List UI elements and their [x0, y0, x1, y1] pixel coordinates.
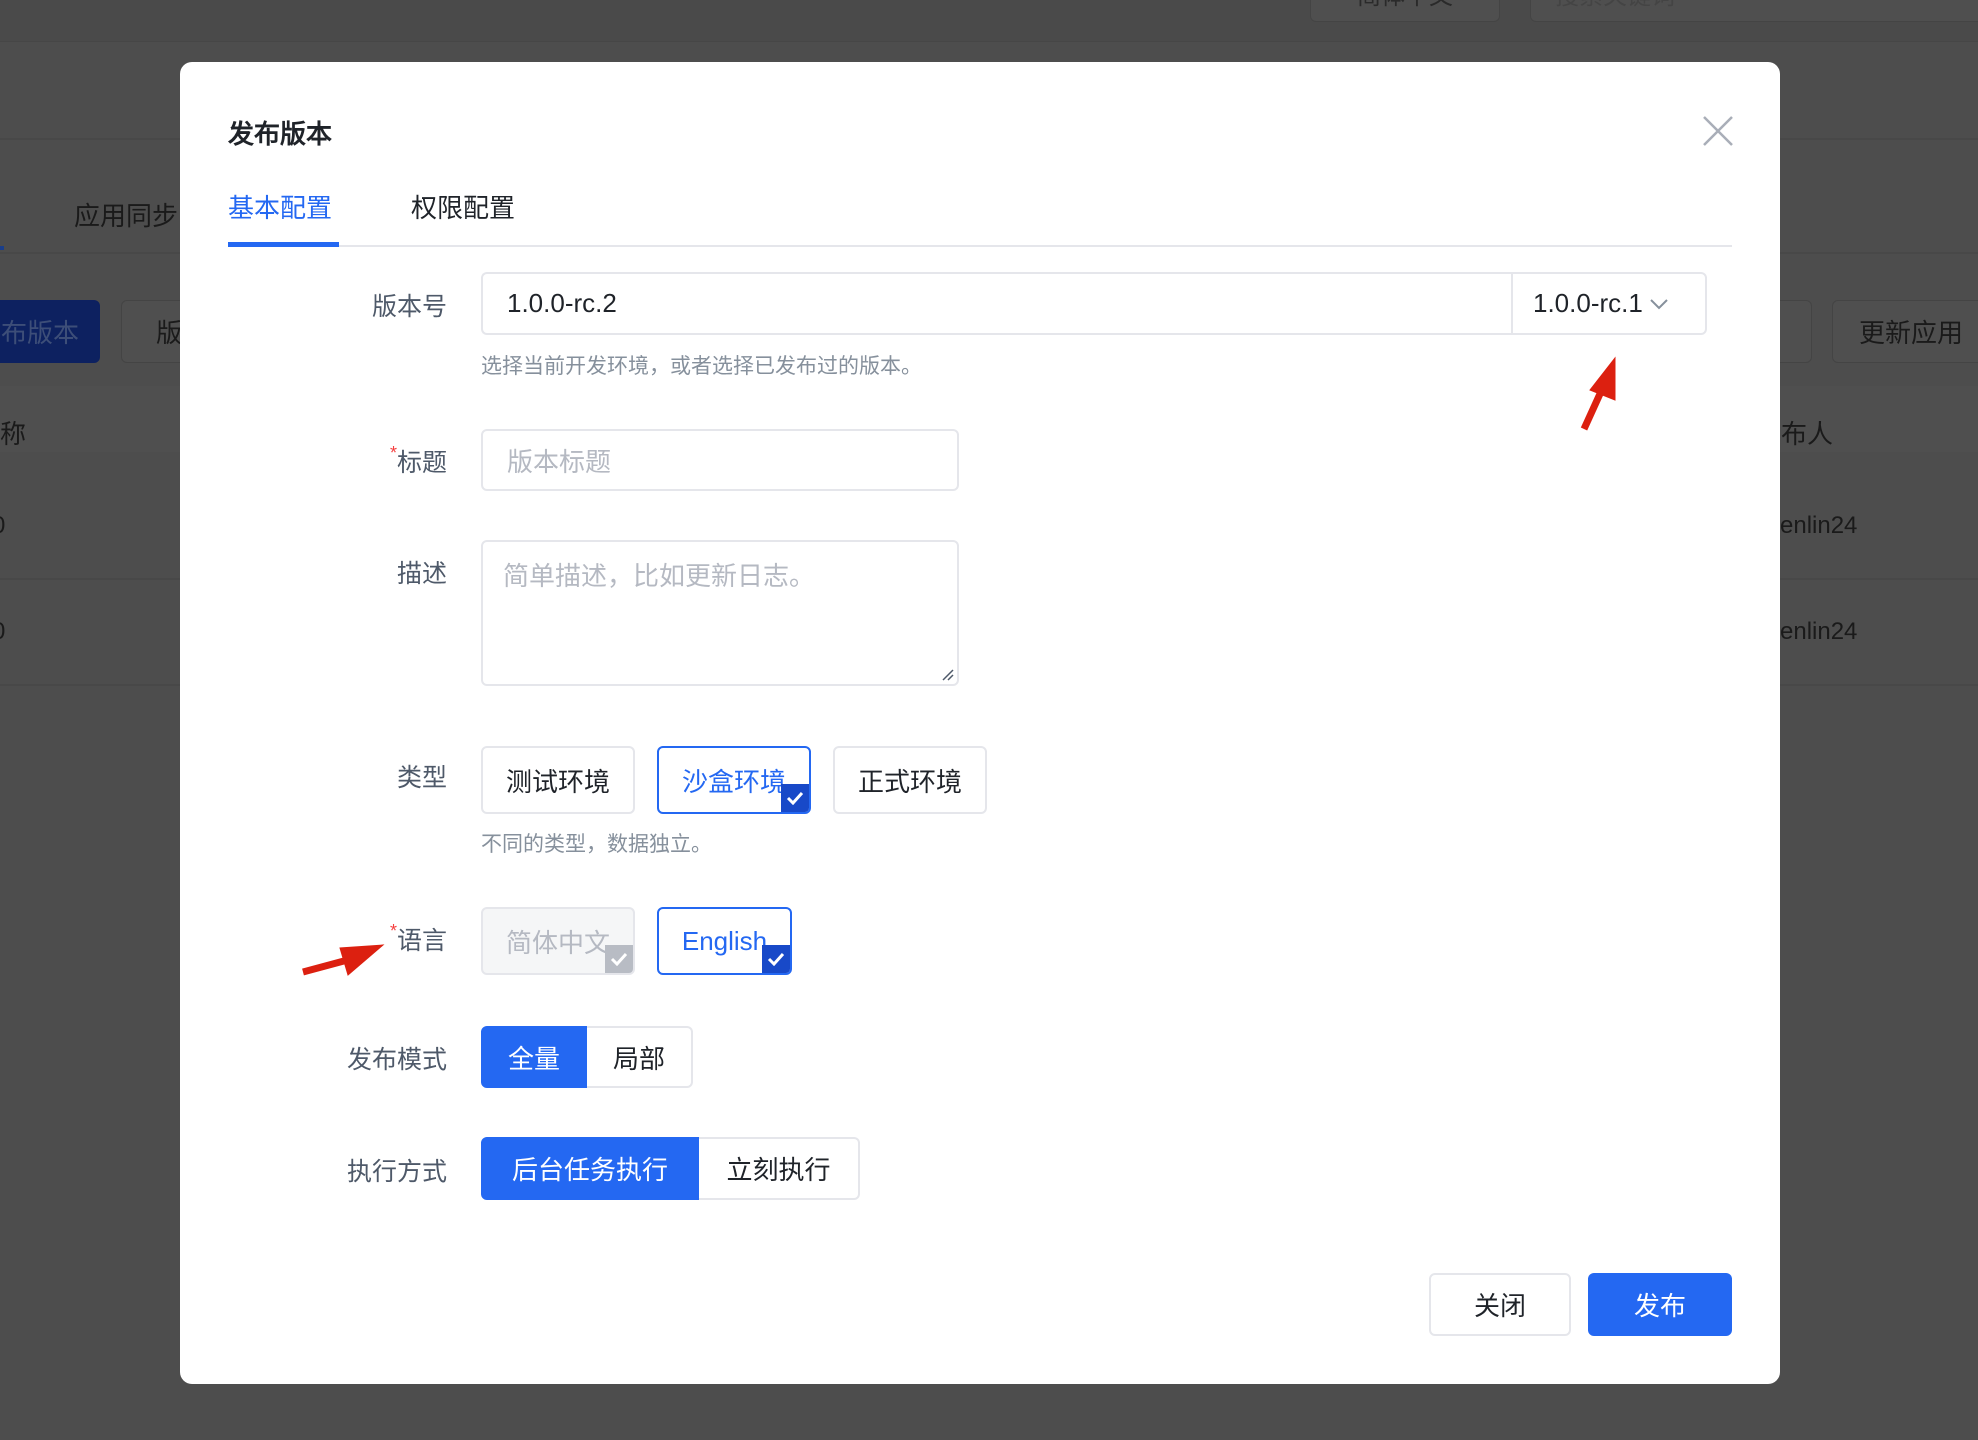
annotation-arrow-icon: [302, 356, 1616, 976]
